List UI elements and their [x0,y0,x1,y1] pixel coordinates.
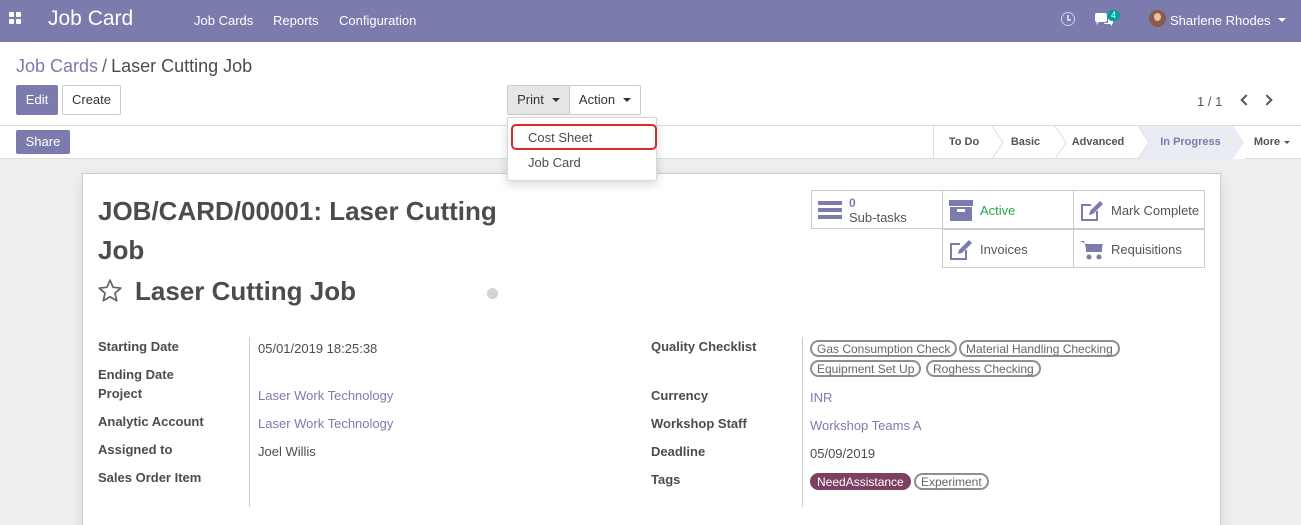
analytic-account-label: Analytic Account [98,414,204,429]
stage-basic[interactable]: Basic [994,126,1057,159]
field-divider [802,337,803,507]
record-title: JOB/CARD/00001: Laser Cutting Job [98,196,497,265]
starting-date-value[interactable]: 05/01/2019 18:25:38 [258,341,377,356]
project-link[interactable]: Laser Work Technology [258,388,393,403]
chevron-down-icon [1284,140,1291,144]
user-menu-caret-icon[interactable] [1278,18,1286,22]
workshop-staff-label: Workshop Staff [651,416,747,431]
menu-item-job-card[interactable]: Job Card [528,155,581,170]
kanban-state-dot[interactable] [487,288,498,299]
subtasks-button[interactable]: 0 Sub-tasks [811,190,943,229]
create-button[interactable]: Create [62,85,121,115]
starting-date-label: Starting Date [98,339,179,354]
tag-experiment[interactable]: Experiment [914,473,989,490]
assigned-to-value[interactable]: Joel Willis [258,444,316,459]
currency-link[interactable]: INR [810,390,832,405]
chevron-down-icon [623,97,632,102]
requisitions-button[interactable]: Requisitions [1073,229,1205,268]
top-navbar: Job Card Job Cards Reports Configuration… [0,0,1301,42]
edit-icon [1081,201,1103,221]
user-avatar[interactable] [1149,10,1166,27]
app-title: Job Card [48,7,134,30]
checklist-tag[interactable]: Gas Consumption Check [810,340,958,357]
activity-clock-icon[interactable] [1061,12,1075,26]
requisitions-label: Requisitions [1111,242,1182,257]
menu-reports[interactable]: Reports [273,13,319,28]
currency-label: Currency [651,388,709,403]
subtasks-label: Sub-tasks [849,210,907,225]
print-dropdown-menu: Cost Sheet Job Card [507,117,657,181]
checklist-tag[interactable]: Roghess Checking [926,360,1041,377]
print-label: Print [517,92,544,107]
tags-label: Tags [651,472,681,487]
invoices-button[interactable]: Invoices [942,229,1074,268]
stage-separator-icon [1138,126,1150,159]
ending-date-label: Ending Date [98,367,174,382]
breadcrumb: Job Cards / Laser Cutting Job [16,56,252,77]
stage-advanced[interactable]: Advanced [1057,126,1139,159]
edit-icon [950,240,972,260]
edit-button[interactable]: Edit [16,85,58,115]
workshop-staff-link[interactable]: Workshop Teams A [810,418,922,433]
stage-pipeline: To Do Basic Advanced In Progress More [933,126,1291,159]
pager-next-icon[interactable] [1261,94,1273,106]
quality-checklist-label: Quality Checklist [651,339,757,354]
chat-count-badge: 4 [1107,10,1121,21]
list-icon [818,201,842,219]
breadcrumb-parent-link[interactable]: Job Cards [16,56,98,76]
subtasks-count: 0 [849,196,856,210]
deadline-label: Deadline [651,444,706,459]
action-label: Action [578,92,616,107]
print-dropdown-button[interactable]: Print [507,85,570,115]
breadcrumb-separator: / [102,56,108,76]
analytic-account-link[interactable]: Laser Work Technology [258,416,393,431]
pager-previous-icon[interactable] [1240,94,1252,106]
stage-to-do[interactable]: To Do [934,126,994,159]
active-label: Active [980,203,1016,218]
star-icon[interactable] [97,278,123,304]
stage-more-label: More [1253,136,1281,148]
form-sheet: JOB/CARD/00001: Laser Cutting Job Laser … [82,173,1221,525]
menu-item-cost-sheet[interactable]: Cost Sheet [528,130,592,145]
field-divider [249,337,250,507]
user-name[interactable]: Sharlene Rhodes [1170,13,1270,28]
archive-icon [949,200,973,221]
checklist-tag[interactable]: Material Handling Checking [959,340,1120,357]
pager-value[interactable]: 1 / 1 [1197,94,1222,109]
project-label: Project [98,386,143,401]
menu-configuration[interactable]: Configuration [339,13,416,28]
invoices-label: Invoices [980,242,1028,257]
sales-order-item-label: Sales Order Item [98,470,202,485]
stage-in-progress[interactable]: In Progress [1139,126,1234,159]
checklist-tag[interactable]: Equipment Set Up [810,360,922,377]
chevron-down-icon [551,97,560,102]
mark-complete-label: Mark Complete [1111,203,1200,218]
deadline-value[interactable]: 05/09/2019 [810,446,875,461]
share-button[interactable]: Share [16,130,70,154]
job-name[interactable]: Laser Cutting Job [135,276,356,307]
mark-complete-button[interactable]: Mark Complete [1073,190,1205,229]
breadcrumb-current: Laser Cutting Job [111,56,253,76]
assigned-to-label: Assigned to [98,442,173,457]
control-panel: Job Cards / Laser Cutting Job Edit Create … [0,42,1301,126]
tag-need-assistance[interactable]: NeedAssistance [810,473,911,490]
shopping-cart-icon [1080,241,1103,260]
action-dropdown-button[interactable]: Action [569,85,641,115]
stage-more-dropdown[interactable]: More [1242,126,1301,159]
menu-job-cards[interactable]: Job Cards [194,13,253,28]
active-toggle-button[interactable]: Active [942,190,1074,229]
apps-menu-icon[interactable] [9,12,23,26]
